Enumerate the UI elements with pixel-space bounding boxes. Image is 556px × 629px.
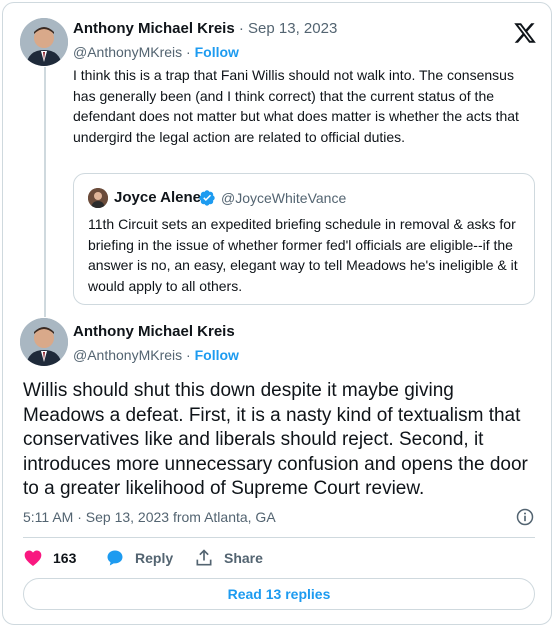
main-tweet-text: Willis should shut this down despite it … [23,380,528,499]
quoted-tweet[interactable]: Joyce Alene @JoyceWhiteVance 11th Circui… [73,173,535,305]
author-name[interactable]: Anthony Michael Kreis [73,323,235,340]
share-icon [196,549,212,566]
author-name[interactable]: Anthony Michael Kreis [73,20,235,37]
author-handle[interactable]: @AnthonyMKreis [73,44,182,60]
avatar[interactable] [20,18,68,66]
embedded-tweet-card: Anthony Michael Kreis · Sep 13, 2023 @An… [2,2,552,625]
heart-icon [24,550,42,566]
handle-line: @AnthonyMKreis · Follow [73,347,239,363]
avatar[interactable] [20,318,68,366]
follow-button[interactable]: Follow [195,44,239,60]
share-label: Share [224,550,263,566]
handle-line: @AnthonyMKreis · Follow [73,44,239,60]
quoted-avatar-image [88,188,108,208]
share-button[interactable]: Share [194,548,263,568]
quoted-author-name: Joyce Alene [114,189,201,206]
handle-separator: · [186,347,191,363]
reply-bubble-icon [107,550,123,566]
avatar-image [20,318,68,366]
tweet-text: I think this is a trap that Fani Willis … [73,67,519,145]
author-name-line: Anthony Michael Kreis · Sep 13, 2023 [73,20,337,37]
info-icon[interactable] [515,507,535,527]
tweet-timestamp[interactable]: 5:11 AM · Sep 13, 2023 from Atlanta, GA [23,509,276,525]
reply-label: Reply [135,550,174,566]
quoted-author-handle: @JoyceWhiteVance [221,190,347,206]
tweet-date[interactable]: Sep 13, 2023 [248,20,337,37]
avatar-image [20,18,68,66]
follow-button[interactable]: Follow [195,347,239,363]
like-count: 163 [53,550,77,566]
reply-button[interactable]: Reply [105,548,173,568]
x-logo-icon[interactable] [513,21,537,45]
quoted-tweet-text: 11th Circuit sets an expedited briefing … [88,216,518,294]
name-date-separator: · [238,20,244,37]
author-handle[interactable]: @AnthonyMKreis [73,347,182,363]
handle-separator: · [186,44,191,60]
thread-connector-line [44,67,46,317]
divider [23,537,535,538]
verified-badge-icon [199,190,215,206]
like-button[interactable]: 163 [23,548,76,568]
quoted-avatar [88,188,108,208]
read-replies-button[interactable]: Read 13 replies [23,578,535,610]
